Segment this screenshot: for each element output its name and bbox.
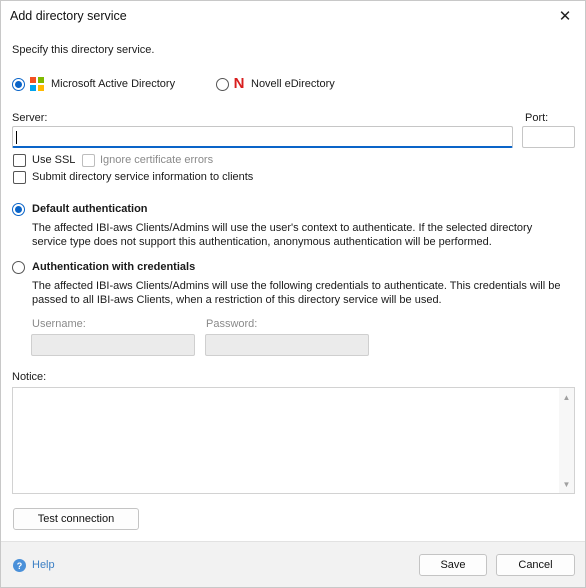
password-label: Password: (206, 318, 258, 330)
credentials-authentication-description: The affected IBI-aws Clients/Admins will… (32, 280, 561, 306)
novell-edirectory-label[interactable]: Novell eDirectory (251, 78, 335, 90)
ignore-certificate-errors-checkbox[interactable] (82, 154, 95, 167)
server-input[interactable] (12, 126, 513, 148)
authentication-with-credentials-label[interactable]: Authentication with credentials (32, 261, 195, 273)
radio-authentication-with-credentials[interactable] (12, 261, 25, 274)
radio-default-authentication[interactable] (12, 203, 25, 216)
radio-novell-edirectory[interactable] (216, 78, 229, 91)
notice-label: Notice: (12, 371, 47, 383)
close-button[interactable]: ✕ (553, 5, 577, 27)
notice-textarea[interactable]: ▲ ▼ (12, 387, 575, 494)
dialog-title: Add directory service (10, 9, 127, 23)
scroll-up-icon[interactable]: ▲ (559, 390, 574, 404)
notice-scrollbar[interactable]: ▲ ▼ (559, 388, 574, 493)
use-ssl-label[interactable]: Use SSL (32, 154, 75, 166)
microsoft-icon (30, 77, 44, 91)
help-link[interactable]: Help (32, 559, 55, 571)
help-icon[interactable]: ? (13, 559, 26, 572)
port-label: Port: (525, 112, 549, 124)
password-input[interactable] (205, 334, 369, 356)
cancel-button[interactable]: Cancel (496, 554, 575, 576)
default-authentication-label[interactable]: Default authentication (32, 203, 148, 215)
ignore-certificate-errors-label: Ignore certificate errors (100, 154, 214, 166)
default-authentication-description: The affected IBI-aws Clients/Admins will… (32, 222, 533, 248)
title-bar: Add directory service ✕ (1, 1, 585, 31)
intro-text: Specify this directory service. (12, 44, 155, 56)
novell-icon: N (233, 75, 245, 92)
text-caret (16, 131, 17, 144)
scroll-down-icon[interactable]: ▼ (559, 477, 574, 491)
close-icon: ✕ (558, 8, 572, 25)
submit-directory-info-checkbox[interactable] (13, 171, 26, 184)
use-ssl-checkbox[interactable] (13, 154, 26, 167)
add-directory-service-dialog: Add directory service ✕ Specify this dir… (0, 0, 586, 588)
username-input[interactable] (31, 334, 195, 356)
port-input[interactable] (522, 126, 575, 148)
submit-directory-info-label[interactable]: Submit directory service information to … (32, 171, 253, 183)
radio-microsoft-active-directory[interactable] (12, 78, 25, 91)
server-label: Server: (12, 112, 48, 124)
username-label: Username: (32, 318, 86, 330)
microsoft-active-directory-label[interactable]: Microsoft Active Directory (51, 78, 175, 90)
save-button[interactable]: Save (419, 554, 487, 576)
test-connection-button[interactable]: Test connection (13, 508, 139, 530)
dialog-footer: ? Help Save Cancel (1, 541, 585, 587)
